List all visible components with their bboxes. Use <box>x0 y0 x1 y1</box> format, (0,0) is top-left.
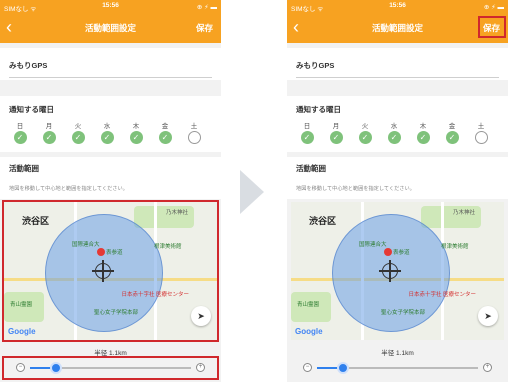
slider-knob[interactable] <box>337 362 349 374</box>
day-wed[interactable]: 水 ✓ <box>386 120 402 144</box>
map-pin-icon <box>384 248 392 256</box>
battery-icon: ⊕ ⚡ ▬ <box>196 4 217 11</box>
map-poi-label: 日本赤十字社 医療センター <box>408 292 476 298</box>
page-title: 活動範囲設定 <box>84 23 136 33</box>
zoom-in-icon[interactable]: + <box>483 363 492 372</box>
unchecked-circle-icon <box>187 131 201 144</box>
day-label: 土 <box>477 123 485 130</box>
day-label: 月 <box>332 123 340 130</box>
check-icon: ✓ <box>329 131 343 144</box>
activity-range-hint: 地図を移動して中心地と範囲を指定してください。 <box>9 186 128 192</box>
day-label: 木 <box>132 123 140 130</box>
activity-range-section: 活動範囲 地図を移動して中心地と範囲を指定してください。 <box>287 157 508 199</box>
day-label: 金 <box>448 123 456 130</box>
check-icon: ✓ <box>300 131 314 144</box>
divider <box>9 77 212 78</box>
activity-range-label: 活動範囲 <box>9 164 39 173</box>
day-label: 日 <box>303 123 311 130</box>
check-icon: ✓ <box>416 131 430 144</box>
day-tue[interactable]: 火 ✓ <box>70 120 86 144</box>
day-label: 火 <box>74 123 82 130</box>
day-wed[interactable]: 水 ✓ <box>99 120 115 144</box>
map-poi-label: 乃木神社 <box>453 210 476 216</box>
check-icon: ✓ <box>71 131 85 144</box>
activity-range-section: 活動範囲 地図を移動して中心地と範囲を指定してください。 <box>0 157 221 199</box>
day-label: 火 <box>361 123 369 130</box>
highlight-save <box>478 16 506 38</box>
notify-days-label: 通知する曜日 <box>296 105 341 114</box>
day-tue[interactable]: 火 ✓ <box>357 120 373 144</box>
day-thu[interactable]: 木 ✓ <box>415 120 431 144</box>
notify-days-section: 通知する曜日 日 ✓ 月 ✓ 火 ✓ 水 ✓ 木 ✓ 金 ✓ 土 <box>287 96 508 152</box>
current-location-button[interactable]: ➤ <box>478 306 498 326</box>
location-arrow-icon: ➤ <box>484 311 492 321</box>
gps-device-label: みもりGPS <box>9 61 48 70</box>
notify-days-label: 通知する曜日 <box>9 105 54 114</box>
check-icon: ✓ <box>42 131 56 144</box>
clock: 15:56 <box>102 2 119 9</box>
map-poi-label: 国際連合大 <box>359 242 387 248</box>
gps-device-label: みもりGPS <box>296 61 335 70</box>
status-bar: SIMなし ᯤ 15:56 ⊕ ⚡ ▬ <box>0 0 221 13</box>
check-icon: ✓ <box>445 131 459 144</box>
phone-screen-before: SIMなし ᯤ 15:56 ⊕ ⚡ ▬ ‹ 活動範囲設定 保存 みもりGPS 通… <box>0 0 221 382</box>
notify-days-section: 通知する曜日 日 ✓ 月 ✓ 火 ✓ 水 ✓ 木 ✓ 金 ✓ 土 <box>0 96 221 152</box>
gps-device-row[interactable]: みもりGPS <box>287 48 508 80</box>
day-label: 日 <box>16 123 24 130</box>
zoom-out-icon[interactable]: − <box>303 363 312 372</box>
nav-bar: ‹ 活動範囲設定 保存 <box>0 13 221 43</box>
radius-label: 半径 1.1km <box>381 350 414 357</box>
check-icon: ✓ <box>158 131 172 144</box>
check-icon: ✓ <box>129 131 143 144</box>
day-label: 月 <box>45 123 53 130</box>
day-mon[interactable]: 月 ✓ <box>328 120 344 144</box>
center-crosshair-icon <box>379 260 401 282</box>
day-fri[interactable]: 金 ✓ <box>444 120 460 144</box>
highlight-map <box>2 200 219 342</box>
battery-icon: ⊕ ⚡ ▬ <box>483 4 504 11</box>
map-view[interactable]: 渋谷区 国際連合大 表参道 根津美術館 日本赤十字社 医療センター 聖心女子学院… <box>291 202 504 340</box>
clock: 15:56 <box>389 2 406 9</box>
map-poi-label: 聖心女子学院本部 <box>381 310 426 316</box>
divider <box>296 77 499 78</box>
page-title: 活動範囲設定 <box>371 23 423 33</box>
radius-slider[interactable]: − + <box>303 362 492 374</box>
day-mon[interactable]: 月 ✓ <box>41 120 57 144</box>
map-poi-label: 表参道 <box>393 250 410 256</box>
google-logo: Google <box>295 327 323 336</box>
gps-device-row[interactable]: みもりGPS <box>0 48 221 80</box>
next-step-arrow-icon <box>240 170 264 214</box>
save-button[interactable]: 保存 <box>196 22 213 34</box>
check-icon: ✓ <box>100 131 114 144</box>
map-poi-label: 青山霊園 <box>297 302 320 308</box>
map-poi-label: 根津美術館 <box>441 244 469 250</box>
day-sat[interactable]: 土 <box>186 120 202 144</box>
day-sun[interactable]: 日 ✓ <box>12 120 28 144</box>
day-label: 木 <box>419 123 427 130</box>
nav-bar: ‹ 活動範囲設定 保存 <box>287 13 508 43</box>
day-label: 土 <box>190 123 198 130</box>
activity-range-label: 活動範囲 <box>296 164 326 173</box>
day-label: 水 <box>390 123 398 130</box>
day-thu[interactable]: 木 ✓ <box>128 120 144 144</box>
day-sun[interactable]: 日 ✓ <box>299 120 315 144</box>
check-icon: ✓ <box>358 131 372 144</box>
check-icon: ✓ <box>387 131 401 144</box>
unchecked-circle-icon <box>474 131 488 144</box>
activity-range-hint: 地図を移動して中心地と範囲を指定してください。 <box>296 186 415 192</box>
phone-screen-after: SIMなし ᯤ 15:56 ⊕ ⚡ ▬ ‹ 活動範囲設定 保存 みもりGPS 通… <box>287 0 508 382</box>
status-bar: SIMなし ᯤ 15:56 ⊕ ⚡ ▬ <box>287 0 508 13</box>
day-label: 水 <box>103 123 111 130</box>
day-fri[interactable]: 金 ✓ <box>157 120 173 144</box>
day-label: 金 <box>161 123 169 130</box>
highlight-slider <box>2 356 219 380</box>
check-icon: ✓ <box>13 131 27 144</box>
map-area-name: 渋谷区 <box>309 216 337 226</box>
day-sat[interactable]: 土 <box>473 120 489 144</box>
